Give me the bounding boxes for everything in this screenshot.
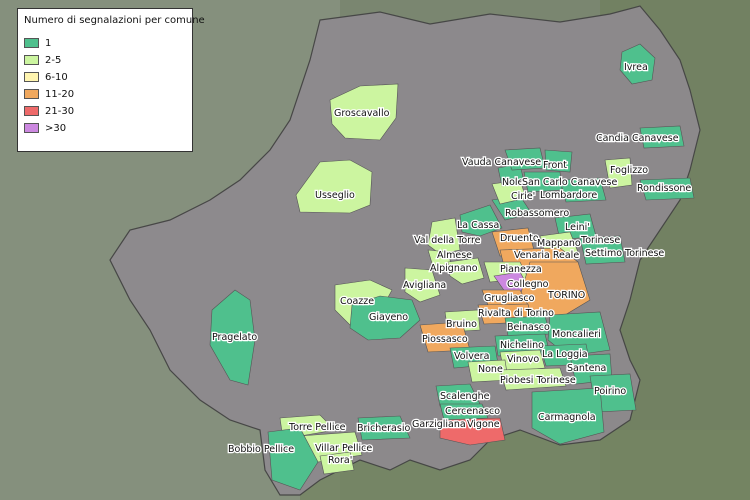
label-nole: Nole [502,177,524,188]
legend-item-1: 1 [24,37,51,49]
label-rivalta: Rivalta di Torino [478,308,554,319]
legend-label: 6-10 [45,71,68,83]
label-robassomero: Robassomero [505,208,569,219]
label-torre-pellice: Torre Pellice [288,422,346,433]
label-torinese: Torinese [580,235,620,246]
label-torino: TORINO [547,290,585,301]
label-nichelino: Nichelino [500,340,544,351]
legend-swatch [24,38,39,48]
label-candia: Candia Canavese [596,133,679,144]
legend-swatch [24,72,39,82]
label-vinovo: Vinovo [507,354,539,365]
legend-item-6-10: 6-10 [24,71,68,83]
legend-swatch [24,55,39,65]
legend-label: 21-30 [45,105,75,117]
label-villar-pellice: Villar Pellice [315,443,372,454]
label-val-della-torre: Val della Torre [414,235,481,246]
legend-label: 11-20 [45,88,75,100]
label-vigone: Vigone [467,419,500,430]
label-none: None [478,364,503,375]
label-piossasco: Piossasco [422,334,468,345]
label-poirino: Poirino [594,386,626,397]
label-bruino: Bruino [446,319,477,330]
label-garzigliana: Garzigliana [412,419,466,430]
legend-label: >30 [45,122,67,134]
legend-item-2-5: 2-5 [24,54,61,66]
label-settimo: Settimo Torinese [585,248,664,259]
label-beinasco: Beinasco [507,322,550,333]
label-ivrea: Ivrea [624,62,648,73]
legend-label: 2-5 [45,54,62,66]
label-collegno: Collegno [507,279,549,290]
label-moncalieri: Moncalieri [552,329,601,340]
label-cercenasco: Cercenasco [445,406,500,417]
label-venaria: Venaria Reale [514,250,579,261]
label-coazze: Coazze [340,296,374,307]
label-leini: Leini' [565,222,590,233]
label-grugliasco: Grugliasco [484,293,535,304]
label-giaveno: Giaveno [369,312,408,323]
label-mappano: Mappano [537,238,581,249]
label-volvera: Volvera [454,351,489,362]
label-la-cassa: La Cassa [457,220,499,231]
legend-swatch [24,123,39,133]
label-rondissone: Rondissone [637,183,691,194]
legend-item-over-30: >30 [24,122,66,134]
label-cirie: Cirie' [511,191,535,202]
legend-swatch [24,89,39,99]
label-groscavallo: Groscavallo [334,108,390,119]
label-santena: Santena [567,363,606,374]
label-front: Front [543,160,567,171]
legend-title: Numero di segnalazioni per comune [24,15,205,26]
label-avigliana: Avigliana [403,280,446,291]
label-pragelato: Pragelato [212,332,257,343]
legend-label: 1 [45,37,52,49]
label-la-loggia: La Loggia [542,349,588,360]
legend-item-11-20: 11-20 [24,88,74,100]
label-bricherasio: Bricherasio [357,423,410,434]
label-carmagnola: Carmagnola [538,412,596,423]
label-piobesi: Piobesi Torinese [500,375,576,386]
label-bobbio-pellice: Bobbio Pellice [228,444,294,455]
label-vauda: Vauda Canavese [462,157,541,168]
label-scalenghe: Scalenghe [440,391,490,402]
label-usseglio: Usseglio [315,190,355,201]
label-almese: Almese [437,250,472,261]
map-legend: Numero di segnalazioni per comune 1 2-5 … [17,8,205,152]
label-san-carlo: San Carlo Canavese [522,177,617,188]
label-lombardore: Lombardore [540,190,597,201]
label-pianezza: Pianezza [500,264,542,275]
label-alpignano: Alpignano [430,263,478,274]
label-foglizzo: Foglizzo [610,165,648,176]
legend-item-21-30: 21-30 [24,105,74,117]
label-rora: Rora' [328,455,352,466]
label-druento: Druento [500,233,539,244]
legend-swatch [24,106,39,116]
